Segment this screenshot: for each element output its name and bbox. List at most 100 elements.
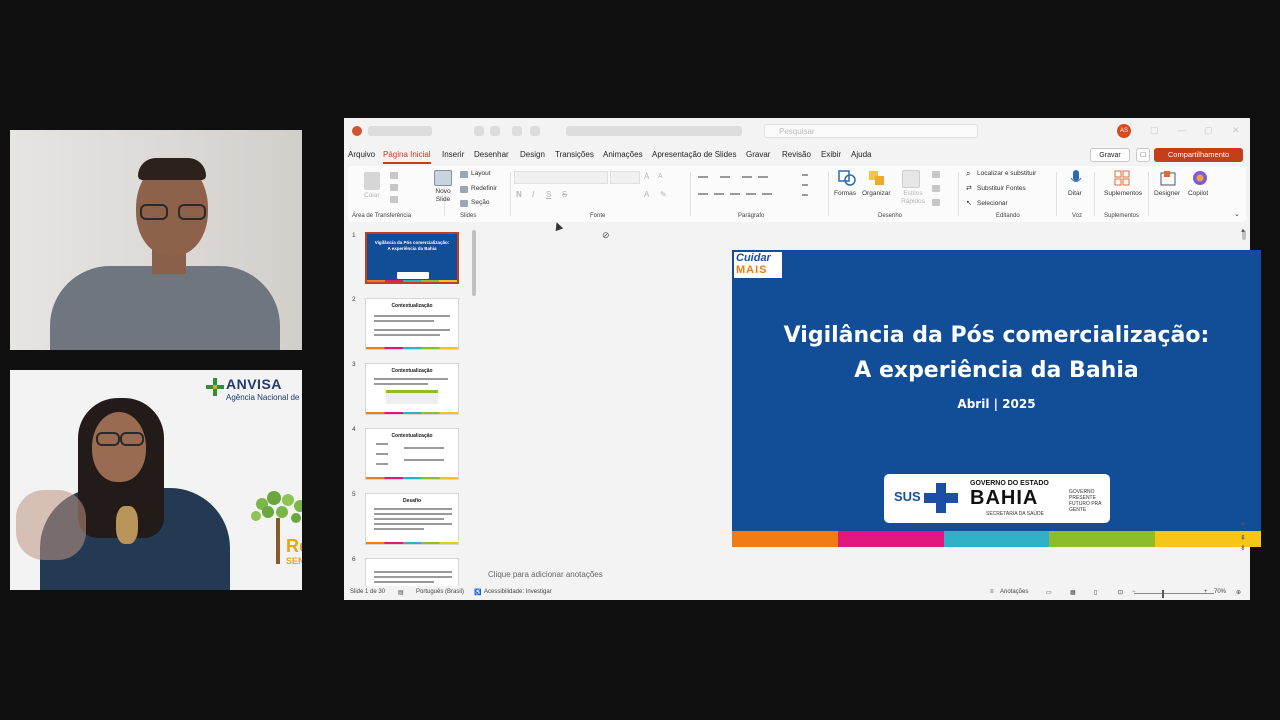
smartart-icon[interactable] xyxy=(802,194,808,196)
notes-icon[interactable]: ≡ xyxy=(990,589,994,595)
slideshow-icon[interactable]: ⊡ xyxy=(1118,589,1123,596)
collapse-ribbon-icon[interactable]: ⌄ xyxy=(1234,210,1240,218)
tab-animacoes[interactable]: Animações xyxy=(603,150,643,159)
share-button[interactable]: Compartilhamento xyxy=(1154,148,1243,162)
previous-slide-icon[interactable]: ⇞ xyxy=(1240,534,1246,542)
zoom-level[interactable]: 70% xyxy=(1214,589,1226,595)
format-painter-icon[interactable] xyxy=(390,196,398,203)
shapes-icon[interactable] xyxy=(838,170,856,186)
dictate-label[interactable]: Ditar xyxy=(1068,190,1082,197)
scroll-down-icon[interactable]: ▼ xyxy=(1240,522,1246,528)
reset-label[interactable]: Redefinir xyxy=(471,185,497,192)
accessibility-status[interactable]: Acessibilidade: Investigar xyxy=(484,589,552,595)
reading-view-icon[interactable]: ▯ xyxy=(1094,589,1097,596)
highlight-icon[interactable]: ✎ xyxy=(660,190,667,199)
align-center-icon[interactable] xyxy=(714,193,724,195)
tab-inserir[interactable]: Inserir xyxy=(442,150,464,159)
participant-video-tile-2[interactable]: ANVISA Agência Nacional de Vigilâ Re SEN… xyxy=(10,370,302,590)
quick-styles-icon[interactable] xyxy=(902,170,920,188)
slide-action-icon[interactable]: ⊘ xyxy=(602,230,610,241)
slide-date[interactable]: Abril | 2025 xyxy=(732,397,1261,411)
columns-icon[interactable] xyxy=(762,193,772,195)
arrange-label[interactable]: Organizar xyxy=(862,190,891,197)
select-icon[interactable]: ↖ xyxy=(966,199,972,207)
increase-indent-icon[interactable] xyxy=(758,176,768,178)
comment-icon[interactable]: □ xyxy=(1136,148,1150,162)
slide-thumbnail[interactable] xyxy=(365,558,459,586)
find-icon[interactable]: ⌕ xyxy=(966,169,970,179)
copilot-icon[interactable] xyxy=(1192,170,1208,186)
maximize-icon[interactable]: ▢ xyxy=(1204,125,1213,136)
slide-sorter-icon[interactable]: ▦ xyxy=(1070,589,1076,596)
close-icon[interactable]: ✕ xyxy=(1232,125,1240,136)
scroll-up-icon[interactable]: ▲ xyxy=(1240,228,1246,234)
microphone-icon[interactable] xyxy=(1070,169,1082,187)
tab-gravar[interactable]: Gravar xyxy=(746,150,770,159)
select-label[interactable]: Selecionar xyxy=(977,200,1008,207)
zoom-out-icon[interactable]: − xyxy=(1132,589,1136,595)
reset-icon[interactable] xyxy=(460,186,468,193)
shape-outline-icon[interactable] xyxy=(932,185,940,192)
bold-button[interactable]: N xyxy=(516,190,522,199)
font-name-dropdown[interactable] xyxy=(514,171,608,184)
participant-video-tile-1[interactable] xyxy=(10,130,302,350)
replace-fonts-label[interactable]: Substituir Fontes xyxy=(977,185,1026,192)
save-icon[interactable] xyxy=(474,126,484,136)
font-color-icon[interactable]: A xyxy=(644,190,649,199)
quick-styles-label[interactable]: Estilos Rápidos xyxy=(898,190,928,206)
normal-view-icon[interactable]: ▭ xyxy=(1046,589,1052,596)
zoom-slider-handle[interactable] xyxy=(1162,590,1164,598)
tab-design[interactable]: Design xyxy=(520,150,545,159)
align-text-icon[interactable] xyxy=(802,184,808,186)
new-slide-icon[interactable] xyxy=(434,170,452,186)
fit-slide-icon[interactable]: ⊕ xyxy=(1236,589,1241,596)
notes-placeholder[interactable]: Clique para adicionar anotações xyxy=(488,570,603,579)
slide-title[interactable]: Vigilância da Pós comercialização: A exp… xyxy=(732,318,1261,388)
shape-fill-icon[interactable] xyxy=(932,171,940,178)
minimize-icon[interactable]: — xyxy=(1178,125,1187,135)
shrink-font-icon[interactable]: A xyxy=(658,173,663,180)
section-icon[interactable] xyxy=(460,200,468,207)
shape-effects-icon[interactable] xyxy=(932,199,940,206)
redo-icon[interactable] xyxy=(512,126,522,136)
slide-editing-canvas[interactable]: ⊘ Cuidar MAIS Vigilância da Pós comercia… xyxy=(480,228,1261,572)
next-slide-icon[interactable]: ⇟ xyxy=(1240,544,1246,552)
search-input[interactable]: Pesquisar xyxy=(764,124,978,138)
justify-icon[interactable] xyxy=(746,193,756,195)
grow-font-icon[interactable]: A xyxy=(644,172,649,181)
designer-label[interactable]: Designer xyxy=(1154,190,1180,197)
paste-icon[interactable] xyxy=(364,172,380,190)
current-slide[interactable]: Cuidar MAIS Vigilância da Pós comerciali… xyxy=(732,250,1261,547)
slide-thumbnail[interactable]: Contextualização xyxy=(365,298,459,350)
tab-ajuda[interactable]: Ajuda xyxy=(851,150,871,159)
section-label[interactable]: Seção xyxy=(471,199,489,206)
thumbnail-scrollbar[interactable] xyxy=(472,230,476,296)
customize-icon[interactable] xyxy=(530,126,540,136)
tab-exibir[interactable]: Exibir xyxy=(821,150,841,159)
new-slide-label[interactable]: Novo Slide xyxy=(430,188,456,204)
layout-icon[interactable] xyxy=(460,171,468,178)
designer-icon[interactable] xyxy=(1160,170,1176,186)
find-replace-label[interactable]: Localizar e substituir xyxy=(977,170,1036,177)
slide-thumbnail[interactable]: Contextualização xyxy=(365,363,459,415)
underline-button[interactable]: S xyxy=(546,190,551,199)
strikethrough-button[interactable]: S xyxy=(562,190,567,199)
slide-thumbnail[interactable]: Desafio xyxy=(365,493,459,545)
copy-icon[interactable] xyxy=(390,184,398,191)
italic-button[interactable]: I xyxy=(532,190,534,199)
slide-thumbnail[interactable]: Vigilância da Pós comercialização: A exp… xyxy=(365,232,459,284)
decrease-indent-icon[interactable] xyxy=(742,176,752,178)
align-right-icon[interactable] xyxy=(730,193,740,195)
user-avatar[interactable]: AS xyxy=(1117,124,1131,138)
align-left-icon[interactable] xyxy=(698,193,708,195)
bullets-icon[interactable] xyxy=(698,176,708,178)
autosave-toggle[interactable] xyxy=(368,126,432,136)
font-size-dropdown[interactable] xyxy=(610,171,640,184)
restore-icon[interactable]: ▢ xyxy=(1150,125,1159,136)
addins-icon[interactable] xyxy=(1114,170,1130,186)
tab-desenhar[interactable]: Desenhar xyxy=(474,150,509,159)
shapes-label[interactable]: Formas xyxy=(834,190,856,197)
record-button[interactable]: Gravar xyxy=(1090,148,1130,162)
addins-label[interactable]: Suplementos xyxy=(1104,190,1142,197)
language-indicator[interactable]: Português (Brasil) xyxy=(416,589,464,595)
